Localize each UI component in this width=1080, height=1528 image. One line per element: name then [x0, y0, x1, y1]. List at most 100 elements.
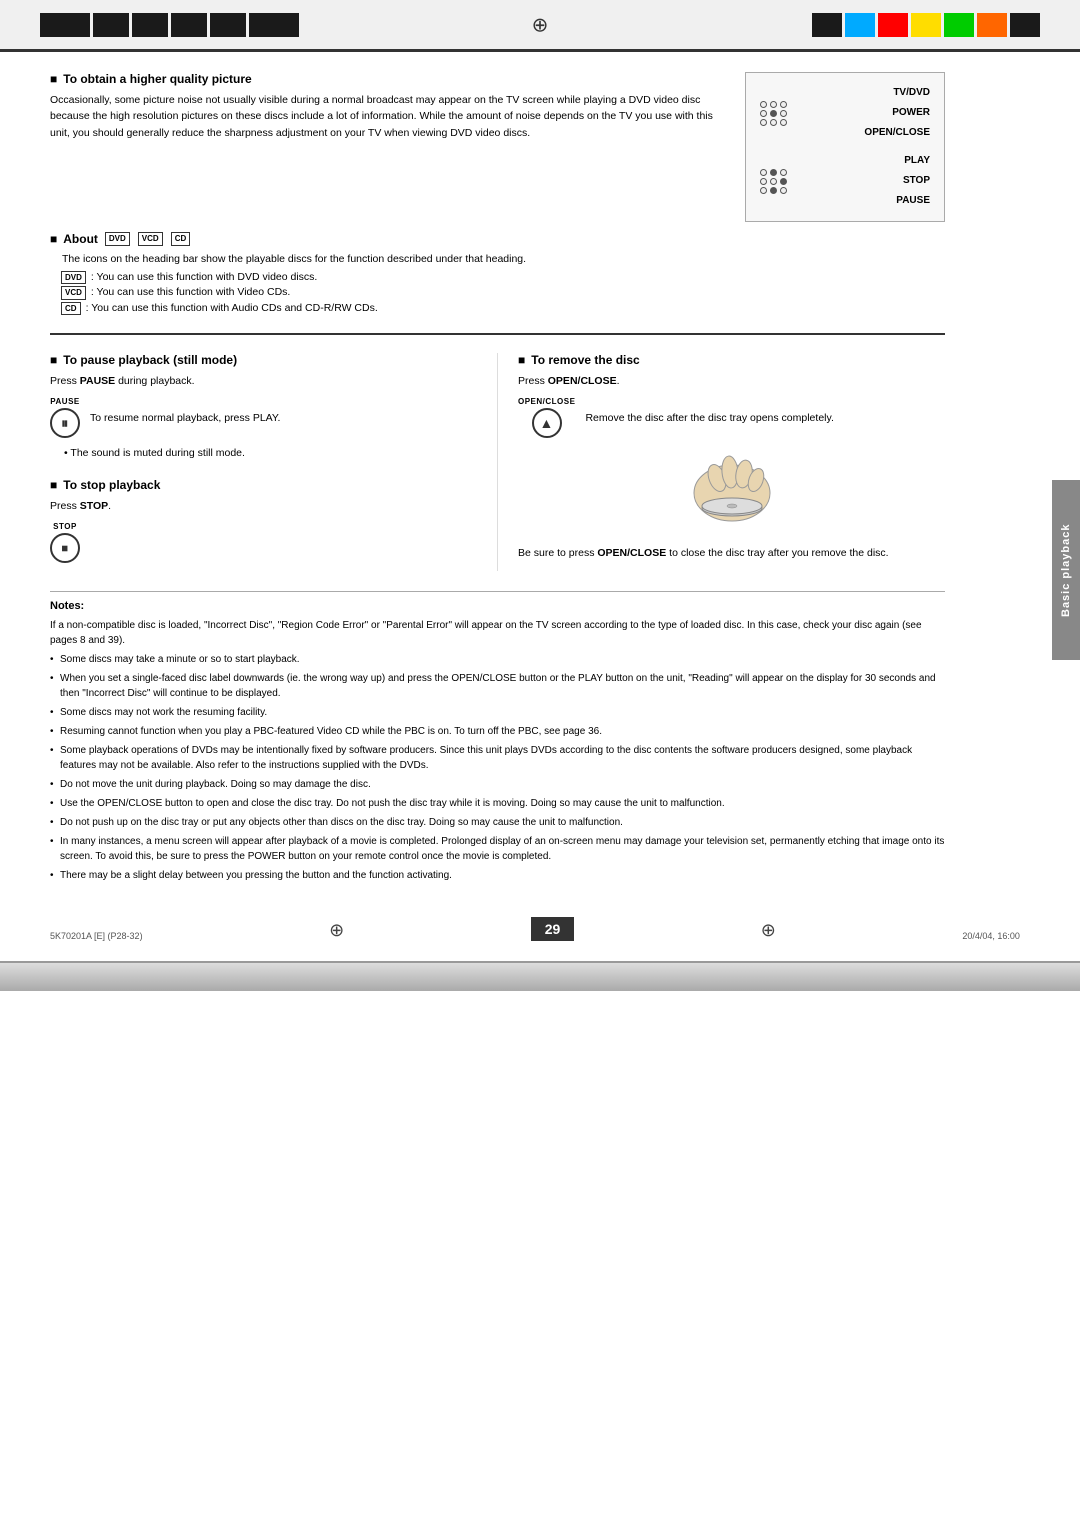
higher-quality-heading: To obtain a higher quality picture — [50, 72, 715, 86]
right-column: To remove the disc Press OPEN/CLOSE. OPE… — [497, 353, 945, 571]
pause-icon-box: PAUSE ⏸ — [50, 397, 80, 438]
about-vcd-item: VCD : You can use this function with Vid… — [60, 286, 945, 299]
about-section: About DVD VCD CD The icons on the headin… — [50, 232, 945, 315]
header-block-1 — [40, 13, 90, 37]
pause-icon-row: PAUSE ⏸ To resume normal playback, press… — [50, 397, 477, 438]
footer-crosshair-right: ⊕ — [761, 920, 776, 941]
pause-bullet: • The sound is muted during still mode. — [64, 446, 477, 462]
remote-dot — [780, 119, 787, 126]
remote-power-label: POWER — [864, 103, 930, 123]
remote-dot — [780, 110, 787, 117]
note-item-4: Resuming cannot function when you play a… — [50, 724, 945, 739]
about-vcd-badge: VCD — [61, 286, 86, 299]
open-close-label: OPEN/CLOSE — [518, 397, 575, 406]
remote-dot — [770, 169, 777, 176]
remote-dot — [770, 178, 777, 185]
note-item-2: When you set a single-faced disc label d… — [50, 671, 945, 701]
remote-dot — [760, 187, 767, 194]
note-item-3: Some discs may not work the resuming fac… — [50, 705, 945, 720]
vcd-badge: VCD — [138, 232, 163, 245]
remote-dot — [760, 119, 767, 126]
remote-openclose-label: OPEN/CLOSE — [864, 123, 930, 143]
remote-dot — [780, 187, 787, 194]
color-block-black2 — [1010, 13, 1040, 37]
header-block-5 — [210, 13, 246, 37]
side-tab-basic-playback: Basic playback — [1052, 480, 1080, 660]
about-cd-badge: CD — [61, 302, 81, 315]
footer-left-text: 5K70201A [E] (P28-32) — [50, 931, 143, 941]
remote-illustration: TV/DVD POWER OPEN/CLOSE — [745, 72, 945, 222]
color-block-black — [812, 13, 842, 37]
about-heading: About DVD VCD CD — [50, 232, 945, 246]
remote-dots-area — [760, 101, 787, 126]
disc-tray-svg — [662, 448, 802, 538]
header-color-blocks — [812, 13, 1040, 37]
remote-dot — [760, 110, 767, 117]
middle-grid: To pause playback (still mode) Press PAU… — [50, 353, 945, 571]
color-block-green — [944, 13, 974, 37]
remote-dot — [780, 169, 787, 176]
remote-dot — [770, 101, 777, 108]
stop-icon-box: STOP ⏹ — [50, 522, 80, 563]
stop-icon-row: STOP ⏹ — [50, 522, 477, 563]
about-dvd-item: DVD : You can use this function with DVD… — [60, 271, 945, 284]
left-column: To pause playback (still mode) Press PAU… — [50, 353, 477, 571]
pause-section: To pause playback (still mode) Press PAU… — [50, 353, 477, 462]
remote-dot — [770, 187, 777, 194]
remote-dot — [760, 101, 767, 108]
header-block-2 — [93, 13, 129, 37]
note-item-7: Use the OPEN/CLOSE button to open and cl… — [50, 796, 945, 811]
stop-button-icon: ⏹ — [50, 533, 80, 563]
stop-label: STOP — [53, 522, 77, 531]
remote-stop-label: STOP — [896, 171, 930, 191]
disc-tray-illustration — [518, 448, 945, 541]
remote-dot — [770, 119, 777, 126]
pause-press-text: Press PAUSE during playback. — [50, 373, 477, 389]
remote-labels-right: TV/DVD POWER OPEN/CLOSE — [864, 83, 930, 143]
dvd-badge: DVD — [105, 232, 130, 245]
header-crosshair: ⊕ — [532, 12, 549, 37]
footer-right-text: 20/4/04, 16:00 — [962, 931, 1020, 941]
remote-dot — [780, 178, 787, 185]
remove-heading: To remove the disc — [518, 353, 945, 367]
stop-heading: To stop playback — [50, 478, 477, 492]
color-block-red — [878, 13, 908, 37]
higher-quality-section: To obtain a higher quality picture Occas… — [50, 72, 715, 145]
remote-play-stop-labels: PLAY STOP PAUSE — [896, 151, 930, 211]
cd-badge: CD — [171, 232, 191, 245]
notes-section: Notes: If a non-compatible disc is loade… — [50, 591, 945, 883]
footer-crosshair-left: ⊕ — [329, 920, 344, 941]
note-item-10: There may be a slight delay between you … — [50, 868, 945, 883]
color-block-blue — [845, 13, 875, 37]
stop-section: To stop playback Press STOP. STOP ⏹ — [50, 478, 477, 563]
open-close-icon-box: OPEN/CLOSE ▲ — [518, 397, 575, 438]
header-block-4 — [171, 13, 207, 37]
remote-dots-area2 — [760, 169, 787, 194]
remove-note: Be sure to press OPEN/CLOSE to close the… — [518, 545, 945, 561]
pause-label: PAUSE — [50, 397, 79, 406]
about-intro: The icons on the heading bar show the pl… — [62, 251, 945, 267]
header-block-3 — [132, 13, 168, 37]
page-number: 29 — [531, 917, 575, 941]
note-item-9: In many instances, a menu screen will ap… — [50, 834, 945, 864]
notes-heading: Notes: — [50, 600, 945, 612]
about-cd-item: CD : You can use this function with Audi… — [60, 302, 945, 315]
color-block-yellow — [911, 13, 941, 37]
pause-button-icon: ⏸ — [50, 408, 80, 438]
color-block-orange — [977, 13, 1007, 37]
note-item-6: Do not move the unit during playback. Do… — [50, 777, 945, 792]
pause-heading: To pause playback (still mode) — [50, 353, 477, 367]
stop-press-text: Press STOP. — [50, 498, 477, 514]
bottom-decoration — [0, 961, 1080, 991]
remote-dot — [760, 169, 767, 176]
remote-dot — [780, 101, 787, 108]
header-blocks-left — [40, 13, 299, 37]
pause-resume-text: To resume normal playback, press PLAY. — [90, 412, 280, 424]
remove-disc-text: Remove the disc after the disc tray open… — [585, 412, 833, 424]
note-item-0: If a non-compatible disc is loaded, "Inc… — [50, 618, 945, 648]
note-item-1: Some discs may take a minute or so to st… — [50, 652, 945, 667]
remote-tv-dvd-label: TV/DVD — [864, 83, 930, 103]
page-footer: 5K70201A [E] (P28-32) ⊕ 29 ⊕ 20/4/04, 16… — [0, 907, 1080, 961]
remote-pause-label: PAUSE — [896, 191, 930, 211]
section-divider-1 — [50, 333, 945, 335]
